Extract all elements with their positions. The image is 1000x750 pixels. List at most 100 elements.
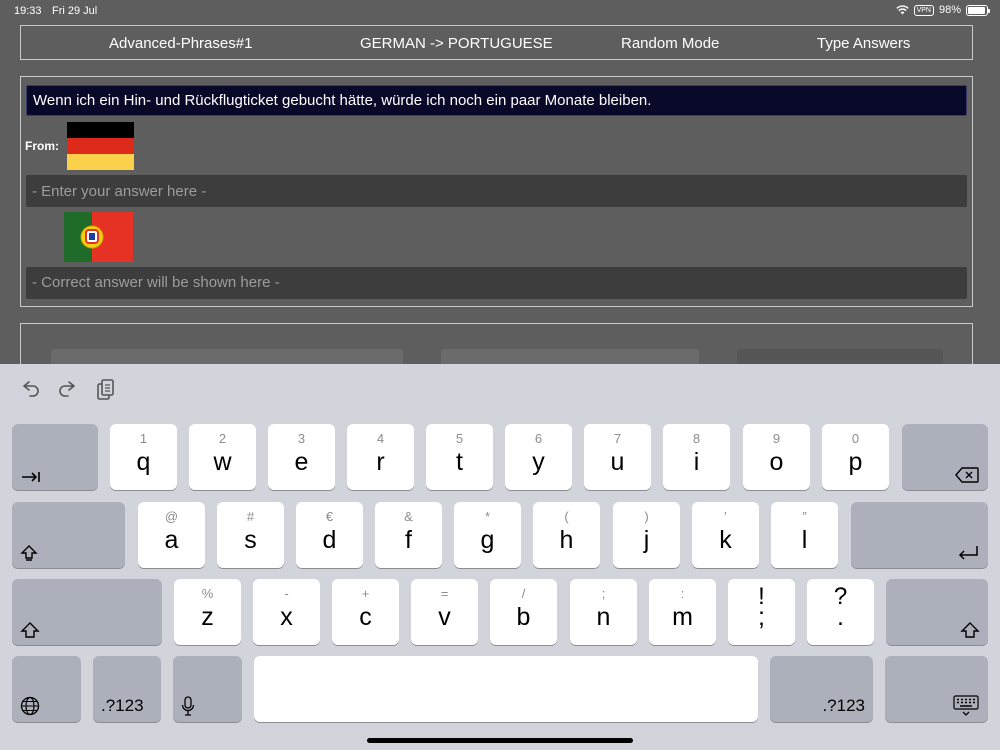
key-period-question[interactable]: ?. xyxy=(807,579,874,645)
shift-icon xyxy=(20,622,40,638)
key-label: c xyxy=(359,603,372,631)
key-label: d xyxy=(322,526,337,554)
key-alt: 9 xyxy=(772,431,781,446)
home-indicator[interactable] xyxy=(367,738,633,743)
hide-keyboard-key[interactable] xyxy=(885,656,988,722)
key-alt: @ xyxy=(164,509,179,524)
key-u[interactable]: 7u xyxy=(584,424,651,490)
question-text: Wenn ich ein Hin- und Rückflugticket geb… xyxy=(26,85,967,116)
key-e[interactable]: 3e xyxy=(268,424,335,490)
key-alt: ( xyxy=(564,509,569,524)
key-t[interactable]: 5t xyxy=(426,424,493,490)
key-x[interactable]: -x xyxy=(253,579,320,645)
key-r[interactable]: 4r xyxy=(347,424,414,490)
answer-input[interactable] xyxy=(26,175,967,207)
correct-answer-box: - Correct answer will be shown here - xyxy=(26,267,967,299)
keyboard-dismiss-icon xyxy=(953,695,979,716)
key-label: s xyxy=(244,526,257,554)
key-q[interactable]: 1q xyxy=(110,424,177,490)
key-p[interactable]: 0p xyxy=(822,424,889,490)
key-label: a xyxy=(164,526,179,554)
backspace-key[interactable] xyxy=(902,424,988,490)
on-screen-keyboard: 1q 2w 3e 4r 5t 6y 7u 8i 9o 0p @ a # s € d &… xyxy=(0,364,1000,750)
key-o[interactable]: 9o xyxy=(743,424,810,490)
key-label: ; xyxy=(758,603,765,631)
tab-key[interactable] xyxy=(12,424,98,490)
key-alt: + xyxy=(361,586,370,601)
key-label: j xyxy=(643,526,650,554)
key-g[interactable]: * g xyxy=(454,502,521,568)
return-key[interactable] xyxy=(851,502,988,568)
key-alt: & xyxy=(404,509,413,524)
globe-icon xyxy=(20,696,40,716)
vpn-badge: VPN xyxy=(913,4,934,16)
key-alt: 5 xyxy=(455,431,464,446)
key-label: e xyxy=(294,448,309,476)
key-alt: ; xyxy=(601,586,606,601)
globe-key[interactable] xyxy=(12,656,81,722)
key-label: n xyxy=(596,603,611,631)
key-h[interactable]: (h xyxy=(533,502,600,568)
clipboard-icon[interactable] xyxy=(94,378,118,402)
key-d[interactable]: € d xyxy=(296,502,363,568)
shift-left-key[interactable] xyxy=(12,579,162,645)
direction-button[interactable]: GERMAN -> PORTUGUESE xyxy=(360,35,553,52)
mode-button[interactable]: Random Mode xyxy=(621,35,719,52)
key-alt: 0 xyxy=(851,431,860,446)
key-v[interactable]: = v xyxy=(411,579,478,645)
key-label: g xyxy=(480,526,495,554)
key-w[interactable]: 2w xyxy=(189,424,256,490)
shift-icon xyxy=(960,622,980,638)
return-icon xyxy=(958,546,978,560)
key-f[interactable]: & f xyxy=(375,502,442,568)
answer-type-button[interactable]: Type Answers xyxy=(817,35,910,52)
key-b[interactable]: / b xyxy=(490,579,557,645)
key-alt: 3 xyxy=(297,431,306,446)
key-alt: € xyxy=(325,509,334,524)
key-label: x xyxy=(280,603,293,631)
shift-right-key[interactable] xyxy=(886,579,988,645)
key-semicolon-exclaim[interactable]: !; xyxy=(728,579,795,645)
key-alt: 8 xyxy=(692,431,701,446)
key-alt: : xyxy=(680,586,685,601)
key-alt: ’ xyxy=(724,509,727,524)
tab-icon xyxy=(22,472,40,482)
key-c[interactable]: + c xyxy=(332,579,399,645)
key-j[interactable]: ) j xyxy=(613,502,680,568)
deck-button[interactable]: Advanced-Phrases#1 xyxy=(109,35,252,52)
key-label: f xyxy=(405,526,412,554)
key-label: o xyxy=(769,448,784,476)
key-label: z xyxy=(201,603,214,631)
key-n[interactable]: ; n xyxy=(570,579,637,645)
key-s[interactable]: # s xyxy=(217,502,284,568)
key-z[interactable]: % z xyxy=(174,579,241,645)
status-time: 19:33 xyxy=(14,5,42,17)
dictation-key[interactable] xyxy=(173,656,242,722)
status-right: VPN 98% xyxy=(895,4,990,16)
redo-icon[interactable] xyxy=(56,378,80,402)
numbers-key-right[interactable]: .?123 xyxy=(770,656,873,722)
numbers-key-left[interactable]: .?123 xyxy=(93,656,161,722)
key-i[interactable]: 8i xyxy=(663,424,730,490)
key-a[interactable]: @ a xyxy=(138,502,205,568)
space-key[interactable] xyxy=(254,656,758,722)
battery-icon xyxy=(966,4,990,16)
numbers-label-right: .?123 xyxy=(822,696,865,715)
quiz-panel: Wenn ich ein Hin- und Rückflugticket geb… xyxy=(20,76,973,307)
key-l[interactable]: ” l xyxy=(771,502,838,568)
key-alt: # xyxy=(246,509,255,524)
key-alt: = xyxy=(440,586,449,601)
key-alt: ” xyxy=(802,509,807,524)
key-label: t xyxy=(456,448,463,476)
key-label: w xyxy=(213,448,232,476)
dictation-shift-key[interactable] xyxy=(12,502,125,568)
key-k[interactable]: ’ k xyxy=(692,502,759,568)
undo-icon[interactable] xyxy=(18,378,42,402)
key-y[interactable]: 6y xyxy=(505,424,572,490)
key-alt: * xyxy=(484,509,491,524)
numbers-label-left: .?123 xyxy=(101,696,144,715)
top-menu: Advanced-Phrases#1 GERMAN -> PORTUGUESE … xyxy=(20,25,973,60)
key-m[interactable]: :m xyxy=(649,579,716,645)
key-alt: ) xyxy=(644,509,649,524)
from-label: From: xyxy=(25,139,59,153)
